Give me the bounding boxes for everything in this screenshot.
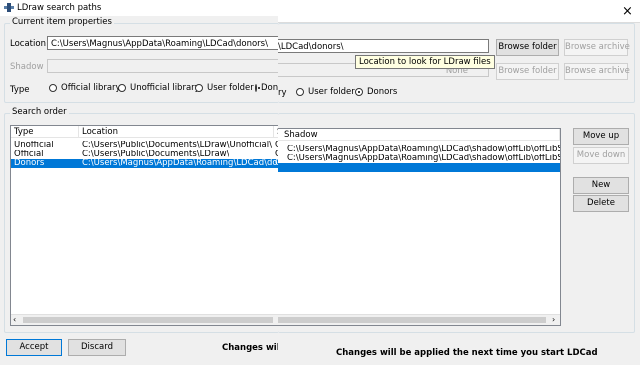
scroll-thumb[interactable] [278,317,546,323]
table-row-selected[interactable]: Donors C:\Users\Magnus\AppData\Roaming\L… [11,159,278,168]
radio-unofficial-library[interactable]: Unofficial library [118,83,200,93]
title-bar: LDraw search paths [0,0,278,16]
column-header-location[interactable]: Location [79,126,274,138]
browse-folder-button[interactable]: Browse folder [496,39,559,56]
accept-button[interactable]: Accept [6,339,62,356]
radio-user-folder-back[interactable]: User folder [296,87,355,97]
table-row[interactable]: Unofficial C:\Users\Public\Documents\LDr… [11,141,278,150]
type-label: Type [10,85,30,95]
radio-circle-selected [255,84,260,92]
browse-archive-button: Browse archive [564,39,630,56]
title-bar-back: × [278,0,640,22]
shadow-list[interactable]: Shadow C:\Users\Magnus\AppData\Roaming\L… [278,128,561,326]
location-input[interactable]: C:\Users\Magnus\AppData\Roaming\LDCad\do… [47,36,278,50]
radio-official-library[interactable]: Official library [49,83,121,93]
radio-donors[interactable]: Donors [255,83,278,93]
browse-folder-shadow-button: Browse folder [496,63,559,80]
move-up-button[interactable]: Move up [573,128,629,145]
shadow-input [47,59,278,73]
location-label: Location [10,39,46,49]
radio-circle [296,88,304,96]
new-button[interactable]: New [573,177,629,194]
app-icon [4,3,14,12]
radio-circle [118,84,126,92]
radio-circle [49,84,57,92]
radio-donors-partial-label: ry [278,88,287,98]
footer-message: Changes will be applied the next time yo… [336,348,598,358]
column-header-shadow[interactable]: Shadow [278,129,560,141]
cell-location: C:\Users\Magnus\AppData\Roaming\LDCad\do… [82,159,278,168]
cell-shadow: C:\Users\Magnus\AppData\Roaming\LDCad\sh… [287,145,561,154]
location-tooltip: Location to look for LDraw files [355,55,495,69]
radio-user-folder[interactable]: User folder [195,83,254,93]
scroll-left-icon[interactable]: ‹ [13,315,16,324]
search-order-list[interactable]: Type Location S Unofficial C:\Users\Publ… [10,125,278,326]
shadow-row-selected[interactable] [278,163,560,172]
window-title: LDraw search paths [17,3,102,13]
move-down-button: Move down [573,147,629,164]
cell-shadow: C:\Users\Magnus\AppData\Roaming\LDCad\sh… [287,154,561,163]
horizontal-scrollbar-back[interactable]: › [278,314,560,325]
shadow-row[interactable]: C:\Users\Magnus\AppData\Roaming\LDCad\sh… [278,154,561,163]
delete-button[interactable]: Delete [573,195,629,212]
radio-circle [195,84,203,92]
cell-location: C:\Users\Public\Documents\LDraw\ [82,150,230,159]
shadow-row[interactable]: C:\Users\Magnus\AppData\Roaming\LDCad\sh… [278,145,561,154]
current-item-group-label: Current item properties [10,17,114,27]
footer-message-partial: Changes wil [222,343,280,353]
radio-donors-back[interactable]: Donors [355,87,397,97]
table-row[interactable]: Official C:\Users\Public\Documents\LDraw… [11,150,278,159]
cell-location: C:\Users\Public\Documents\LDraw\Unoffici… [82,141,272,150]
close-icon[interactable]: × [622,4,633,19]
cell-type: Unofficial [14,141,54,150]
location-input-back[interactable]: \LDCad\donors\ [278,39,489,53]
scroll-thumb[interactable] [23,317,273,323]
cell-type: Official [14,150,44,159]
shadow-label: Shadow [10,62,44,72]
radio-circle-selected [355,88,363,96]
scroll-right-icon[interactable]: › [552,315,555,324]
discard-button[interactable]: Discard [68,339,126,356]
browse-archive-shadow-button: Browse archive [564,63,630,80]
column-header-type[interactable]: Type [11,126,79,138]
search-order-group-label: Search order [10,107,69,117]
cell-type: Donors [14,159,45,168]
horizontal-scrollbar[interactable]: ‹ [11,314,278,325]
